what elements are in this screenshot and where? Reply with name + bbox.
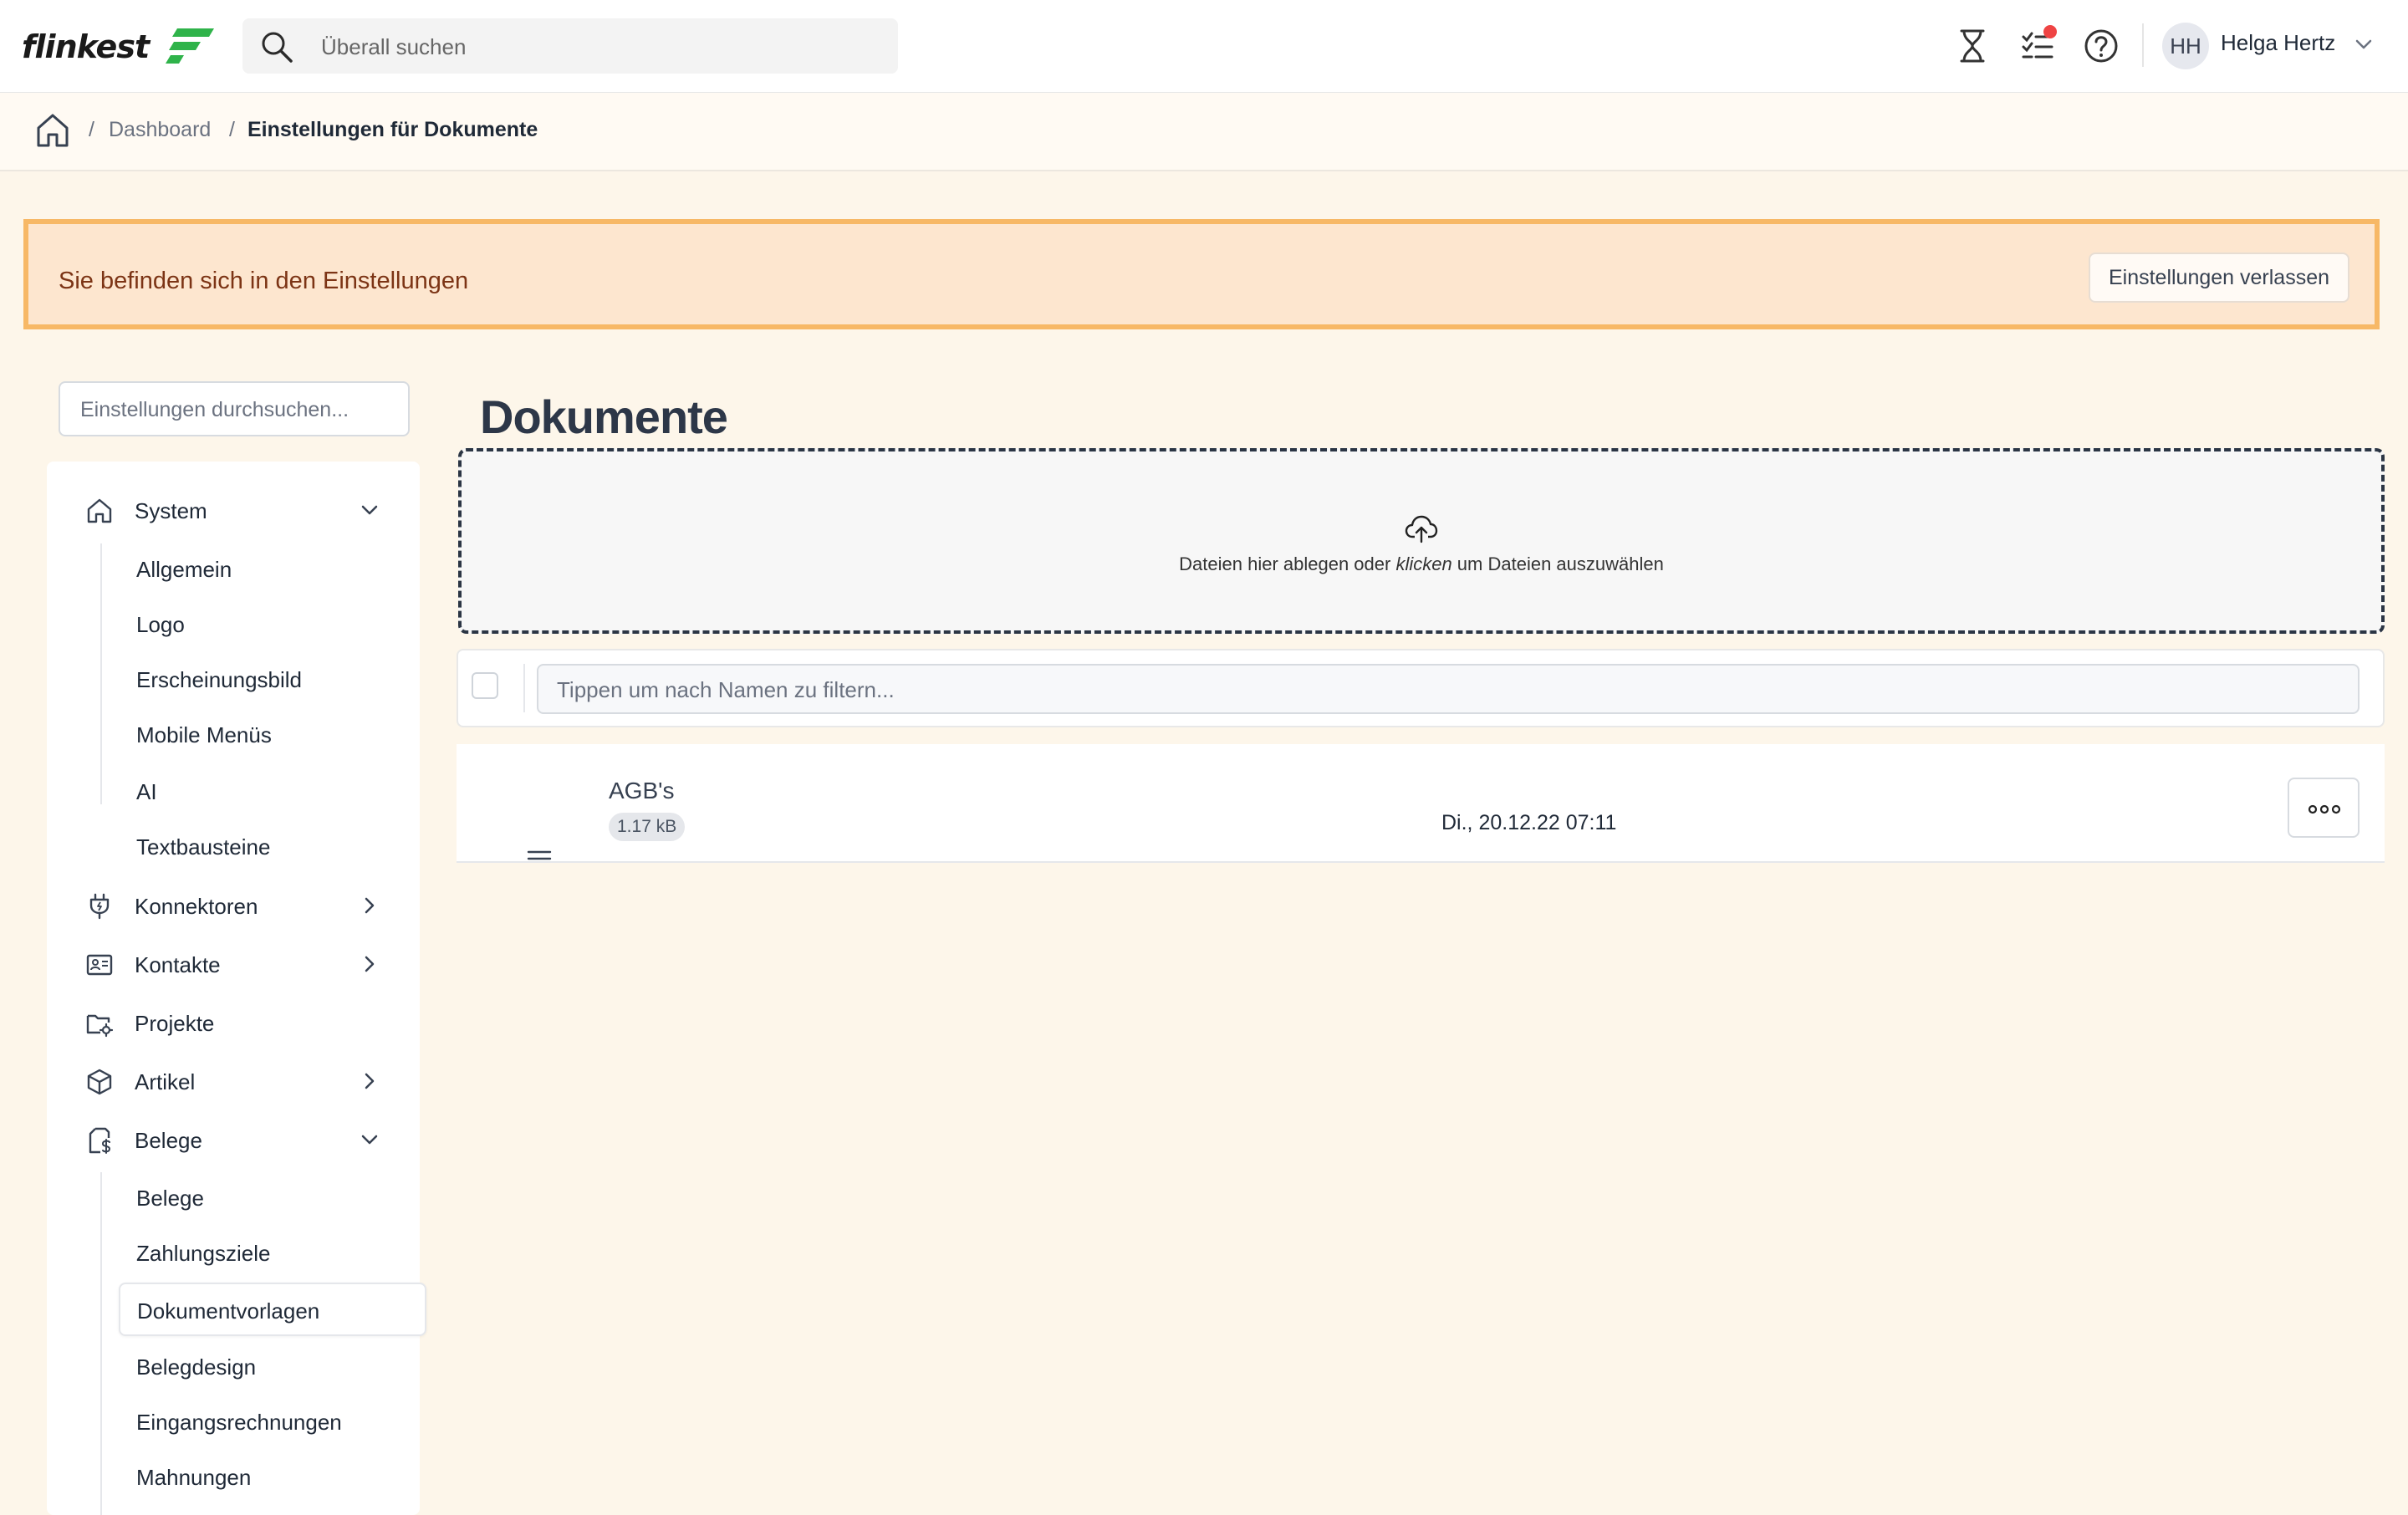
breadcrumb-separator: / xyxy=(89,118,94,141)
chevron-right-icon xyxy=(365,897,375,914)
sidebar-subitem-erscheinungsbild[interactable]: Erscheinungsbild xyxy=(136,667,302,693)
sidebar-item-label: Kontakte xyxy=(135,952,221,977)
receipt-icon xyxy=(89,1127,111,1154)
sidebar-item-belege[interactable]: Belege xyxy=(47,1116,420,1163)
breadcrumb-current: Einstellungen für Dokumente xyxy=(247,118,538,141)
box-icon xyxy=(87,1069,112,1095)
more-horizontal-icon xyxy=(2308,804,2341,814)
name-filter[interactable] xyxy=(537,664,2360,714)
logo-text: flinkest xyxy=(22,28,150,65)
cloud-upload-icon xyxy=(1405,515,1438,543)
notice-text: Sie befinden sich in den Einstellungen xyxy=(59,268,469,294)
home-icon[interactable] xyxy=(33,111,72,150)
settings-notice: Sie befinden sich in den Einstellungen E… xyxy=(23,219,2380,329)
sidebar-subitem-zahlungsziele[interactable]: Zahlungsziele xyxy=(136,1241,270,1267)
search-icon xyxy=(262,32,293,63)
plug-icon xyxy=(89,893,110,920)
leave-settings-button[interactable]: Einstellungen verlassen xyxy=(2089,252,2349,303)
drag-handle-icon[interactable] xyxy=(527,849,552,861)
name-filter-input[interactable] xyxy=(555,666,2331,714)
dropzone-text-after: um Dateien auszuwählen xyxy=(1451,553,1664,574)
help-button[interactable] xyxy=(2079,23,2124,69)
global-search[interactable] xyxy=(242,18,898,75)
chevron-right-icon xyxy=(365,1073,375,1089)
sidebar-item-label: Artikel xyxy=(135,1069,196,1094)
header-divider xyxy=(2142,23,2144,67)
breadcrumb-separator: / xyxy=(229,118,235,141)
sidebar-subitem-dokumentvorlagen[interactable]: Dokumentvorlagen xyxy=(119,1283,426,1336)
user-name[interactable]: Helga Hertz xyxy=(2221,30,2335,56)
filter-separator xyxy=(523,664,525,712)
sidebar-item-label: System xyxy=(135,498,207,523)
sidebar-subitem-belegdesign[interactable]: Belegdesign xyxy=(136,1354,256,1380)
home-icon xyxy=(87,498,112,523)
help-icon xyxy=(2084,29,2118,63)
chevron-down-icon[interactable] xyxy=(2354,35,2373,54)
sidebar-subitem-eingangsrechnungen[interactable]: Eingangsrechnungen xyxy=(136,1410,342,1436)
page-title: Dokumente xyxy=(480,390,728,443)
chevron-down-icon xyxy=(361,505,378,515)
submenu-line xyxy=(100,543,102,804)
sidebar-item-system[interactable]: System xyxy=(47,487,420,533)
filter-bar xyxy=(457,649,2385,727)
sidebar-item-label: Belege xyxy=(135,1128,202,1153)
global-search-input[interactable] xyxy=(319,18,883,75)
avatar[interactable]: HH xyxy=(2162,23,2209,69)
sidebar-subitem-belege[interactable]: Belege xyxy=(136,1186,204,1211)
document-name[interactable]: AGB's xyxy=(609,778,674,804)
document-date: Di., 20.12.22 07:11 xyxy=(1441,811,1617,834)
file-size-badge: 1.17 kB xyxy=(609,813,686,841)
submenu-line xyxy=(100,1172,102,1515)
dropzone-text: Dateien hier ablegen oder klicken um Dat… xyxy=(462,553,2381,575)
folder-gear-icon xyxy=(86,1014,114,1038)
sidebar-item-label: Projekte xyxy=(135,1011,215,1036)
sidebar-subitem-mahnungen[interactable]: Mahnungen xyxy=(136,1465,251,1491)
notification-dot xyxy=(2043,25,2057,38)
file-dropzone[interactable]: Dateien hier ablegen oder klicken um Dat… xyxy=(458,448,2385,634)
time-tracking-button[interactable] xyxy=(1950,23,1995,69)
hourglass-icon xyxy=(1960,29,1985,63)
settings-sidebar: System Allgemein Logo Erscheinungsbild M… xyxy=(47,462,426,1515)
sidebar-item-projekte[interactable]: Projekte xyxy=(47,999,420,1046)
sidebar-subitem-allgemein[interactable]: Allgemein xyxy=(136,557,232,583)
logo-mark-icon xyxy=(166,28,214,64)
chevron-right-icon xyxy=(365,956,375,972)
top-bar: flinkest Überall suchen HH Helga Hertz xyxy=(0,0,2408,94)
sidebar-subitem-logo[interactable]: Logo xyxy=(136,612,185,638)
sidebar-item-konnektoren[interactable]: Konnektoren xyxy=(47,882,420,929)
chevron-down-icon xyxy=(361,1135,378,1145)
sidebar-subitem-label: Dokumentvorlagen xyxy=(137,1298,320,1324)
app-logo[interactable]: flinkest xyxy=(22,23,214,70)
sidebar-item-artikel[interactable]: Artikel xyxy=(47,1058,420,1104)
sidebar-item-label: Konnektoren xyxy=(135,894,258,919)
dropzone-text-emphasis: klicken xyxy=(1395,553,1452,574)
document-row[interactable]: AGB's 1.17 kB Di., 20.12.22 07:11 xyxy=(457,744,2385,863)
settings-search[interactable] xyxy=(59,381,410,436)
tasks-button[interactable] xyxy=(2015,23,2060,69)
more-options-button[interactable] xyxy=(2288,778,2360,838)
sidebar-subitem-mobile-menus[interactable]: Mobile Menüs xyxy=(136,722,272,748)
select-all-checkbox[interactable] xyxy=(472,672,498,699)
contact-card-icon xyxy=(86,954,113,976)
breadcrumb-dashboard[interactable]: Dashboard xyxy=(109,118,211,142)
breadcrumb: / Dashboard / Einstellungen für Dokument… xyxy=(0,93,2408,171)
dropzone-text-before: Dateien hier ablegen oder xyxy=(1179,553,1396,574)
settings-search-input[interactable] xyxy=(79,383,400,436)
sidebar-subitem-textbausteine[interactable]: Textbausteine xyxy=(136,834,270,860)
sidebar-item-kontakte[interactable]: Kontakte xyxy=(47,941,420,987)
sidebar-subitem-ai[interactable]: AI xyxy=(136,779,157,805)
